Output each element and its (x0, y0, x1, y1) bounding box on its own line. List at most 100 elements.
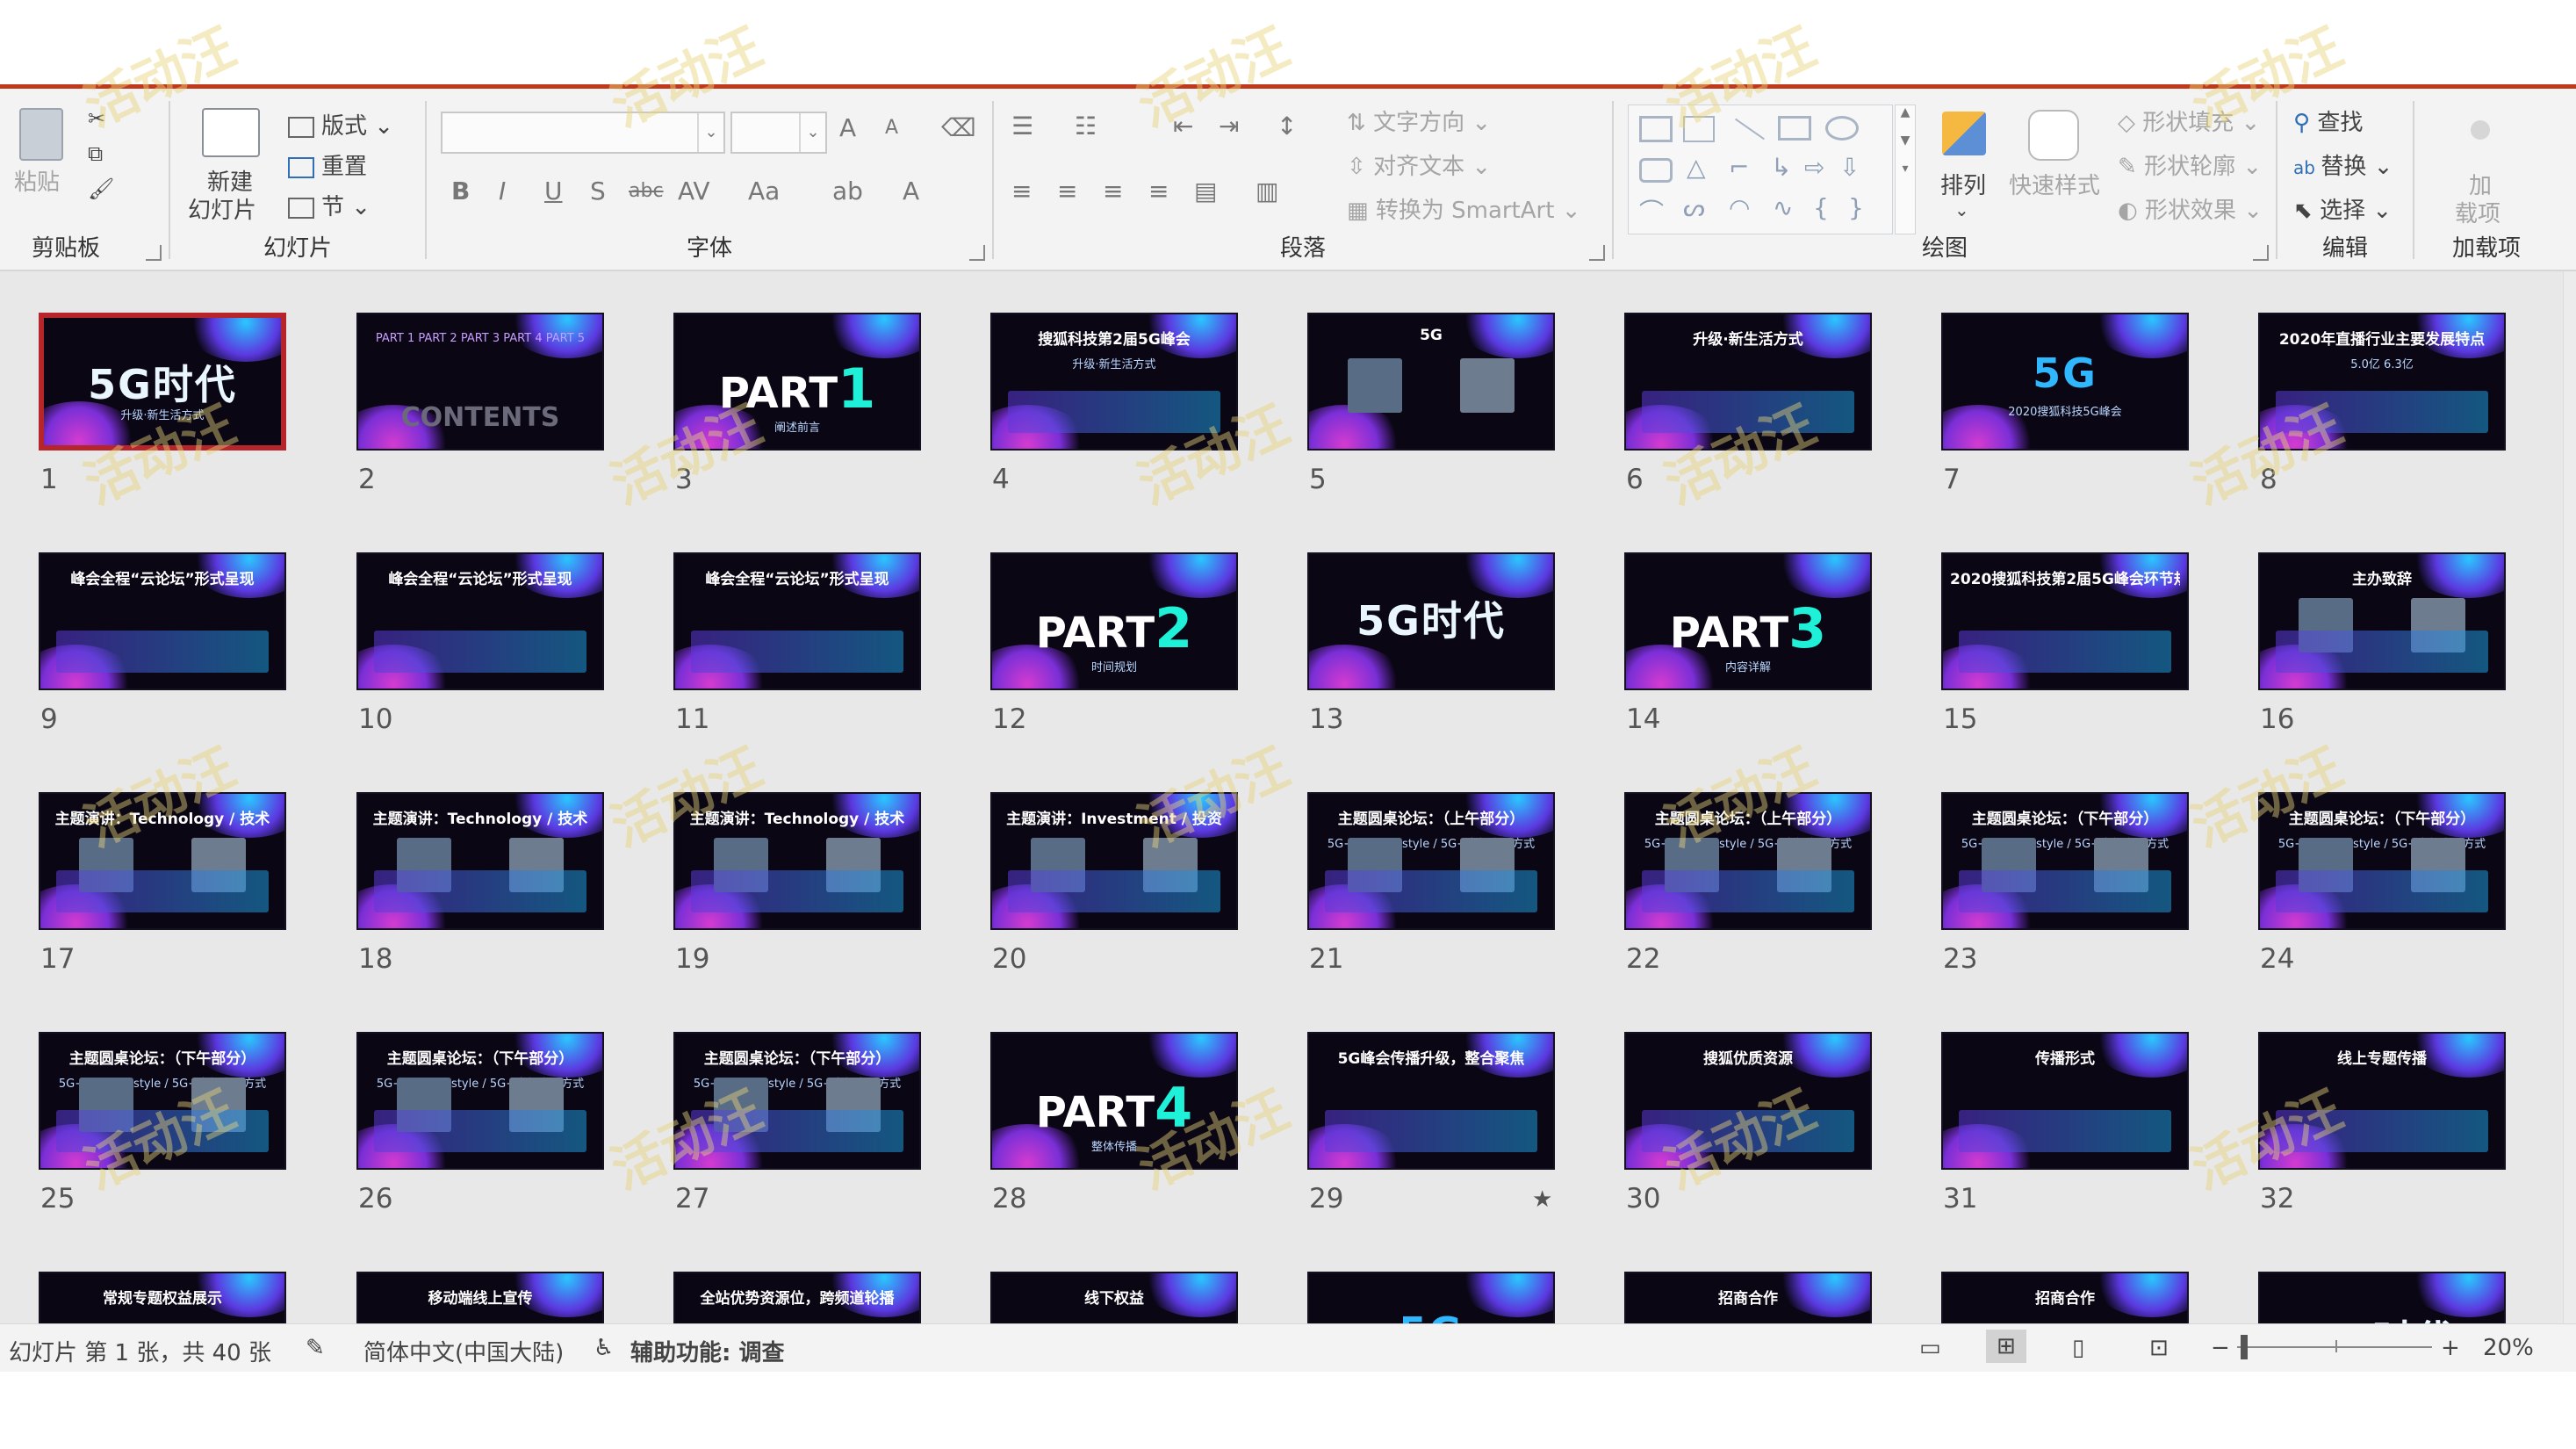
italic-button[interactable]: I (499, 177, 506, 205)
font-launcher-icon[interactable] (969, 245, 985, 261)
new-slide-icon[interactable] (202, 108, 260, 157)
animation-star-icon[interactable]: ★ (1532, 1186, 1552, 1213)
font-name-dropdown-icon[interactable]: ⌄ (697, 113, 723, 152)
quick-styles-icon[interactable] (2028, 110, 2079, 161)
smartart-button[interactable]: ▦ 转换为 SmartArt ⌄ (1347, 192, 1581, 225)
paste-icon[interactable] (19, 108, 63, 161)
slide-thumbnail[interactable]: 主题演讲：Investment / 投资 (990, 792, 1238, 930)
find-button[interactable]: ⚲ 查找 (2293, 105, 2363, 137)
slide-thumbnail[interactable]: 移动端线上宣传 (356, 1272, 604, 1323)
shape-outline-button[interactable]: ✎ 形状轮廓 ⌄ (2118, 148, 2262, 181)
slide-thumbnail[interactable]: 主题演讲：Technology / 技术 (673, 792, 921, 930)
shadow-button[interactable]: S (590, 177, 606, 205)
slide-thumbnail[interactable]: 主题圆桌论坛：（下午部分） 5G+New Lifestyle / 5G+全新生活方… (39, 1032, 286, 1170)
addin-icon[interactable] (2471, 120, 2490, 140)
slide-thumbnail[interactable]: 峰会全程“云论坛”形式呈现 (39, 552, 286, 690)
slide-thumbnail[interactable]: 招商合作 (1941, 1272, 2189, 1323)
normal-view-icon[interactable]: ▭ (1919, 1335, 1941, 1361)
shapes-gallery[interactable]: △ ⌐ ↳ ⇨ ⇩ ⌒ ᔕ ◠ ∿ { } (1628, 105, 1893, 234)
triangle-shape-icon[interactable]: △ (1687, 153, 1706, 182)
accessibility-icon[interactable]: ♿ (594, 1335, 614, 1361)
slide-thumbnail[interactable]: 搜狐科技第2届5G峰会 升级·新生活方式 (990, 313, 1238, 451)
slide-thumbnail[interactable]: 主题圆桌论坛：（下午部分） 5G+New Lifestyle / 5G+全新生活方… (1941, 792, 2189, 930)
slide-sorter-view-icon[interactable]: ⊞ (1986, 1330, 2026, 1363)
bullets-icon[interactable]: ☰ (1011, 112, 1033, 141)
arrange-icon[interactable] (1942, 112, 1986, 155)
textbox-shape-icon[interactable] (1639, 116, 1673, 142)
grow-font-button[interactable]: A (839, 113, 856, 142)
slide-thumbnail[interactable]: 主题演讲：Technology / 技术 (356, 792, 604, 930)
notes-icon[interactable]: ✎ (306, 1335, 325, 1361)
reset-button[interactable]: 重置 (288, 148, 367, 181)
slide-thumbnail[interactable]: 2020年直播行业主要发展特点 5.0亿 6.3亿 (2258, 313, 2506, 451)
shrink-font-button[interactable]: A (885, 117, 898, 139)
oval-shape-icon[interactable] (1825, 116, 1859, 141)
rectangle-shape-icon[interactable] (1778, 116, 1811, 141)
vertical-scrollbar[interactable] (2563, 271, 2576, 1323)
numbering-icon[interactable]: ☷ (1075, 112, 1097, 141)
copy-icon[interactable]: ⧉ (88, 141, 103, 166)
strikethrough-button[interactable]: abc (629, 180, 664, 202)
paragraph-launcher-icon[interactable] (1589, 245, 1605, 261)
font-name-input[interactable]: ⌄ (441, 112, 725, 154)
accessibility-status[interactable]: 辅助功能: 调查 (630, 1335, 784, 1367)
elbow-shape-icon[interactable]: ↳ (1771, 153, 1791, 182)
underline-button[interactable]: U (544, 177, 563, 205)
slide-thumbnail[interactable]: 主题圆桌论坛：（下午部分） 5G+New Lifestyle / 5G+全新生活方… (673, 1032, 921, 1170)
slide-thumbnail[interactable]: 5G时代 (2258, 1272, 2506, 1323)
language-status[interactable]: 简体中文(中国大陆) (363, 1335, 564, 1367)
zoom-slider[interactable] (2237, 1346, 2432, 1348)
slide-thumbnail[interactable]: 线上专题传播 (2258, 1032, 2506, 1170)
freeform-shape-icon[interactable]: ⌒ (1639, 193, 1664, 228)
shape-effects-button[interactable]: ◐ 形状效果 ⌄ (2118, 192, 2263, 225)
slide-thumbnail[interactable]: PART1 阐述前言 (673, 313, 921, 451)
align-left-icon[interactable]: ≡ (1011, 177, 1032, 205)
slide-thumbnail[interactable]: 峰会全程“云论坛”形式呈现 (356, 552, 604, 690)
slide-thumbnail[interactable]: 5G (1307, 1272, 1555, 1323)
line-shape-icon[interactable] (1735, 118, 1765, 141)
section-button[interactable]: 节 ⌄ (288, 189, 371, 221)
change-case-button[interactable]: Aa (748, 177, 780, 205)
highlight-icon[interactable]: ab (832, 177, 863, 205)
font-size-input[interactable]: ⌄ (730, 112, 827, 154)
slide-thumbnail[interactable]: 5G时代 升级·新生活方式 (39, 313, 286, 451)
slide-thumbnail[interactable]: 5G 2020搜狐科技5G峰会 (1941, 313, 2189, 451)
char-spacing-button[interactable]: AV (678, 177, 710, 205)
shape-fill-button[interactable]: ◇ 形状填充 ⌄ (2118, 105, 2260, 137)
slide-thumbnail[interactable]: CONTENTS PART 1 PART 2 PART 3 PART 4 PART… (356, 313, 604, 451)
slide-thumbnail[interactable]: PART3 内容详解 (1624, 552, 1872, 690)
clipboard-launcher-icon[interactable] (146, 245, 162, 261)
slide-thumbnail[interactable]: 传播形式 (1941, 1032, 2189, 1170)
slide-thumbnail[interactable]: PART2 时间规划 (990, 552, 1238, 690)
format-painter-icon[interactable]: 🖌 (88, 177, 114, 201)
font-size-dropdown-icon[interactable]: ⌄ (799, 113, 825, 152)
textbox-vertical-shape-icon[interactable] (1683, 116, 1715, 142)
zoom-level[interactable]: 20% (2483, 1335, 2534, 1361)
slide-thumbnail[interactable]: 线下权益 (990, 1272, 1238, 1323)
arc-shape-icon[interactable]: ◠ (1729, 193, 1750, 222)
cut-icon[interactable]: ✂ (88, 106, 105, 131)
slide-thumbnail[interactable]: 招商合作 (1624, 1272, 1872, 1323)
justify-icon[interactable]: ≡ (1148, 177, 1169, 205)
slide-thumbnail[interactable]: 主题圆桌论坛：（上午部分） 5G+New Lifestyle / 5G+全新生活方… (1307, 792, 1555, 930)
zoom-out-button[interactable]: − (2211, 1335, 2230, 1361)
slide-thumbnail[interactable]: 2020搜狐科技第2届5G峰会环节规划 (1941, 552, 2189, 690)
select-button[interactable]: ⬉ 选择 ⌄ (2293, 192, 2392, 225)
drawing-launcher-icon[interactable] (2253, 245, 2269, 261)
slide-thumbnail[interactable]: 5G峰会传播升级，整合聚焦 (1307, 1032, 1555, 1170)
brace-left-shape-icon[interactable]: { (1813, 193, 1829, 222)
quick-styles-button[interactable]: 快速样式 (2009, 168, 2100, 200)
slide-thumbnail[interactable]: 主题圆桌论坛：（下午部分） 5G+New Lifestyle / 5G+全新生活方… (2258, 792, 2506, 930)
clear-format-icon[interactable]: ⌫ (941, 113, 976, 142)
shapes-scroll[interactable]: ▲ ▼ ▾ (1895, 105, 1916, 234)
slide-thumbnail[interactable]: 主题圆桌论坛：（下午部分） 5G+New Lifestyle / 5G+全新生活方… (356, 1032, 604, 1170)
slide-thumbnail[interactable]: 常规专题权益展示 (39, 1272, 286, 1323)
slide-thumbnail[interactable]: 升级·新生活方式 (1624, 313, 1872, 451)
zoom-slider-handle[interactable] (2241, 1335, 2248, 1359)
slide-thumbnail[interactable]: 全站优势资源位，跨频道轮播 (673, 1272, 921, 1323)
rounded-rect-shape-icon[interactable] (1639, 158, 1673, 183)
arrange-dropdown-icon[interactable]: ⌄ (1954, 199, 1969, 220)
slide-thumbnail[interactable]: 搜狐优质资源 (1624, 1032, 1872, 1170)
increase-indent-icon[interactable]: ⇥ (1219, 112, 1239, 141)
slide-thumbnail[interactable]: 主办致辞 (2258, 552, 2506, 690)
